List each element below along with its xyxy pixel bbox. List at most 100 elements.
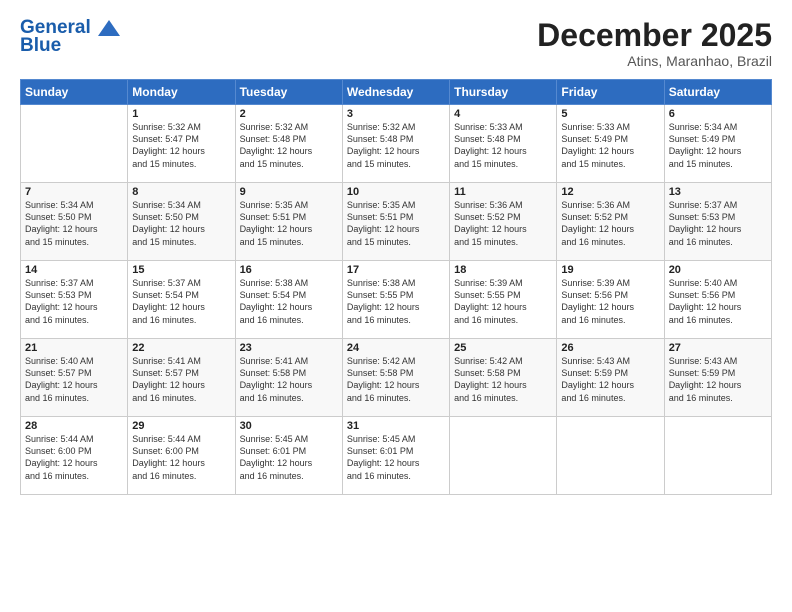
calendar-cell: 14Sunrise: 5:37 AM Sunset: 5:53 PM Dayli… [21,261,128,339]
calendar-cell [664,417,771,495]
day-info: Sunrise: 5:43 AM Sunset: 5:59 PM Dayligh… [561,355,659,404]
calendar-cell: 24Sunrise: 5:42 AM Sunset: 5:58 PM Dayli… [342,339,449,417]
calendar-cell: 27Sunrise: 5:43 AM Sunset: 5:59 PM Dayli… [664,339,771,417]
day-number: 25 [454,342,552,354]
day-number: 2 [240,108,338,120]
day-info: Sunrise: 5:37 AM Sunset: 5:53 PM Dayligh… [25,277,123,326]
day-info: Sunrise: 5:44 AM Sunset: 6:00 PM Dayligh… [25,433,123,482]
day-number: 4 [454,108,552,120]
day-number: 26 [561,342,659,354]
calendar-cell: 2Sunrise: 5:32 AM Sunset: 5:48 PM Daylig… [235,105,342,183]
calendar-cell: 26Sunrise: 5:43 AM Sunset: 5:59 PM Dayli… [557,339,664,417]
header: General Blue December 2025 Atins, Maranh… [20,18,772,69]
logo: General Blue [20,18,120,56]
calendar-cell: 28Sunrise: 5:44 AM Sunset: 6:00 PM Dayli… [21,417,128,495]
day-info: Sunrise: 5:40 AM Sunset: 5:57 PM Dayligh… [25,355,123,404]
logo-blue: Blue [20,36,120,56]
day-header-tuesday: Tuesday [235,80,342,105]
day-number: 14 [25,264,123,276]
calendar-cell: 11Sunrise: 5:36 AM Sunset: 5:52 PM Dayli… [450,183,557,261]
calendar-cell: 20Sunrise: 5:40 AM Sunset: 5:56 PM Dayli… [664,261,771,339]
day-info: Sunrise: 5:36 AM Sunset: 5:52 PM Dayligh… [561,199,659,248]
calendar-cell: 17Sunrise: 5:38 AM Sunset: 5:55 PM Dayli… [342,261,449,339]
calendar-cell: 21Sunrise: 5:40 AM Sunset: 5:57 PM Dayli… [21,339,128,417]
calendar-cell: 1Sunrise: 5:32 AM Sunset: 5:47 PM Daylig… [128,105,235,183]
day-number: 30 [240,420,338,432]
day-number: 12 [561,186,659,198]
calendar-cell: 7Sunrise: 5:34 AM Sunset: 5:50 PM Daylig… [21,183,128,261]
title-block: December 2025 Atins, Maranhao, Brazil [537,18,772,69]
week-row-1: 1Sunrise: 5:32 AM Sunset: 5:47 PM Daylig… [21,105,772,183]
day-info: Sunrise: 5:34 AM Sunset: 5:49 PM Dayligh… [669,121,767,170]
day-info: Sunrise: 5:44 AM Sunset: 6:00 PM Dayligh… [132,433,230,482]
day-number: 6 [669,108,767,120]
calendar-cell: 19Sunrise: 5:39 AM Sunset: 5:56 PM Dayli… [557,261,664,339]
day-info: Sunrise: 5:34 AM Sunset: 5:50 PM Dayligh… [132,199,230,248]
day-info: Sunrise: 5:33 AM Sunset: 5:48 PM Dayligh… [454,121,552,170]
day-info: Sunrise: 5:41 AM Sunset: 5:57 PM Dayligh… [132,355,230,404]
week-row-3: 14Sunrise: 5:37 AM Sunset: 5:53 PM Dayli… [21,261,772,339]
day-number: 22 [132,342,230,354]
day-number: 10 [347,186,445,198]
day-number: 1 [132,108,230,120]
calendar-cell [21,105,128,183]
day-number: 27 [669,342,767,354]
calendar-cell: 31Sunrise: 5:45 AM Sunset: 6:01 PM Dayli… [342,417,449,495]
calendar-cell: 15Sunrise: 5:37 AM Sunset: 5:54 PM Dayli… [128,261,235,339]
day-number: 23 [240,342,338,354]
calendar-cell: 23Sunrise: 5:41 AM Sunset: 5:58 PM Dayli… [235,339,342,417]
calendar-cell: 4Sunrise: 5:33 AM Sunset: 5:48 PM Daylig… [450,105,557,183]
day-info: Sunrise: 5:32 AM Sunset: 5:48 PM Dayligh… [240,121,338,170]
location: Atins, Maranhao, Brazil [537,53,772,69]
calendar-cell: 16Sunrise: 5:38 AM Sunset: 5:54 PM Dayli… [235,261,342,339]
day-info: Sunrise: 5:40 AM Sunset: 5:56 PM Dayligh… [669,277,767,326]
logo-icon [98,20,120,36]
day-info: Sunrise: 5:39 AM Sunset: 5:55 PM Dayligh… [454,277,552,326]
day-info: Sunrise: 5:32 AM Sunset: 5:48 PM Dayligh… [347,121,445,170]
day-info: Sunrise: 5:32 AM Sunset: 5:47 PM Dayligh… [132,121,230,170]
calendar-cell: 3Sunrise: 5:32 AM Sunset: 5:48 PM Daylig… [342,105,449,183]
day-number: 16 [240,264,338,276]
day-header-sunday: Sunday [21,80,128,105]
calendar-cell: 6Sunrise: 5:34 AM Sunset: 5:49 PM Daylig… [664,105,771,183]
week-row-2: 7Sunrise: 5:34 AM Sunset: 5:50 PM Daylig… [21,183,772,261]
day-info: Sunrise: 5:35 AM Sunset: 5:51 PM Dayligh… [240,199,338,248]
day-header-wednesday: Wednesday [342,80,449,105]
day-header-monday: Monday [128,80,235,105]
day-info: Sunrise: 5:39 AM Sunset: 5:56 PM Dayligh… [561,277,659,326]
day-header-saturday: Saturday [664,80,771,105]
day-number: 19 [561,264,659,276]
day-number: 7 [25,186,123,198]
day-number: 17 [347,264,445,276]
day-number: 31 [347,420,445,432]
day-number: 13 [669,186,767,198]
calendar-cell: 18Sunrise: 5:39 AM Sunset: 5:55 PM Dayli… [450,261,557,339]
calendar-cell [557,417,664,495]
calendar-cell: 9Sunrise: 5:35 AM Sunset: 5:51 PM Daylig… [235,183,342,261]
day-info: Sunrise: 5:42 AM Sunset: 5:58 PM Dayligh… [347,355,445,404]
day-number: 9 [240,186,338,198]
day-info: Sunrise: 5:36 AM Sunset: 5:52 PM Dayligh… [454,199,552,248]
day-info: Sunrise: 5:38 AM Sunset: 5:54 PM Dayligh… [240,277,338,326]
day-info: Sunrise: 5:33 AM Sunset: 5:49 PM Dayligh… [561,121,659,170]
calendar-cell: 12Sunrise: 5:36 AM Sunset: 5:52 PM Dayli… [557,183,664,261]
day-info: Sunrise: 5:35 AM Sunset: 5:51 PM Dayligh… [347,199,445,248]
day-info: Sunrise: 5:41 AM Sunset: 5:58 PM Dayligh… [240,355,338,404]
day-number: 18 [454,264,552,276]
page: General Blue December 2025 Atins, Maranh… [0,0,792,612]
day-info: Sunrise: 5:37 AM Sunset: 5:53 PM Dayligh… [669,199,767,248]
day-number: 28 [25,420,123,432]
day-number: 21 [25,342,123,354]
calendar-cell: 10Sunrise: 5:35 AM Sunset: 5:51 PM Dayli… [342,183,449,261]
day-info: Sunrise: 5:37 AM Sunset: 5:54 PM Dayligh… [132,277,230,326]
day-number: 5 [561,108,659,120]
day-number: 20 [669,264,767,276]
day-number: 11 [454,186,552,198]
month-title: December 2025 [537,18,772,53]
calendar-cell [450,417,557,495]
days-header-row: SundayMondayTuesdayWednesdayThursdayFrid… [21,80,772,105]
calendar-cell: 22Sunrise: 5:41 AM Sunset: 5:57 PM Dayli… [128,339,235,417]
calendar-cell: 8Sunrise: 5:34 AM Sunset: 5:50 PM Daylig… [128,183,235,261]
day-info: Sunrise: 5:34 AM Sunset: 5:50 PM Dayligh… [25,199,123,248]
week-row-4: 21Sunrise: 5:40 AM Sunset: 5:57 PM Dayli… [21,339,772,417]
